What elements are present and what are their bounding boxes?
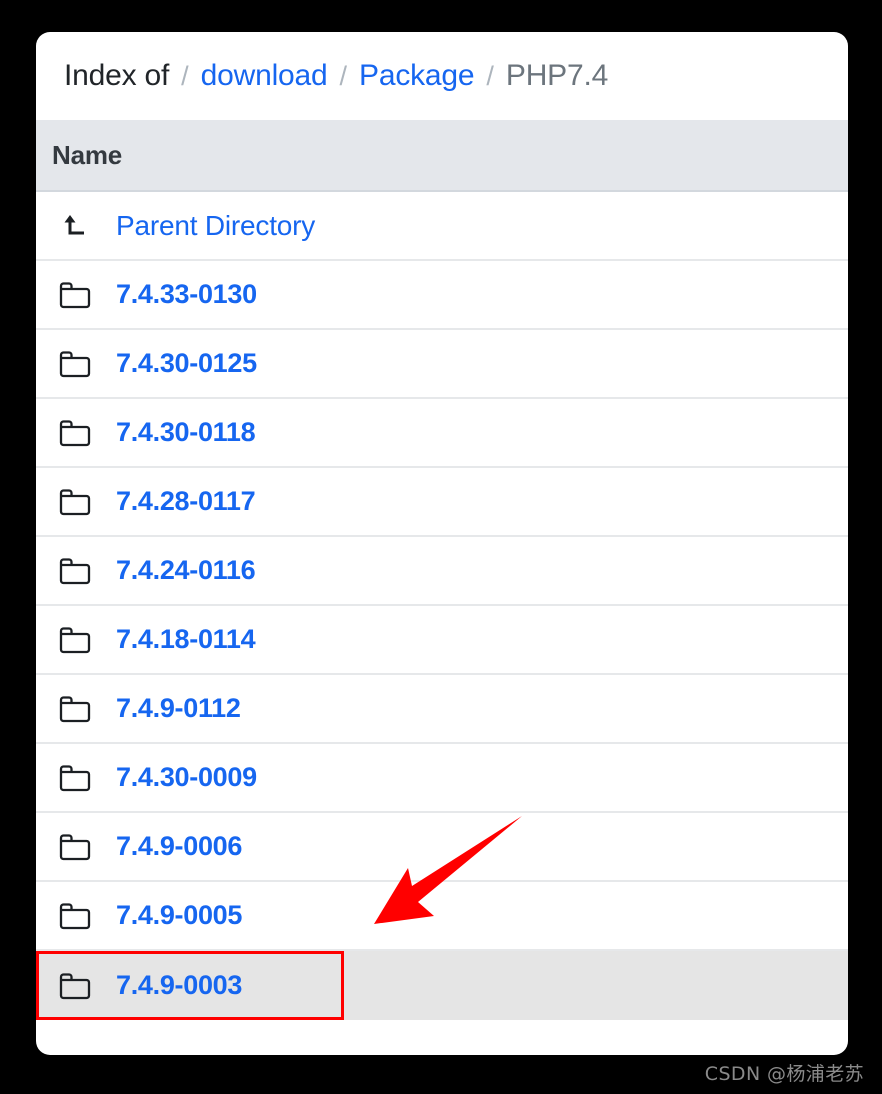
page-title: Index of (64, 59, 170, 92)
folder-icon (52, 280, 98, 310)
link-parent-directory[interactable]: Parent Directory (116, 210, 315, 242)
link-folder[interactable]: 7.4.30-0009 (116, 762, 257, 793)
table-row[interactable]: 7.4.30-0118 (36, 399, 848, 468)
table-row[interactable]: 7.4.9-0006 (36, 813, 848, 882)
folder-icon (52, 832, 98, 862)
link-folder[interactable]: 7.4.9-0006 (116, 831, 242, 862)
link-folder[interactable]: 7.4.24-0116 (116, 555, 256, 586)
folder-icon (52, 349, 98, 379)
folder-icon (52, 418, 98, 448)
list-item-parent-directory[interactable]: Parent Directory (36, 192, 848, 261)
link-folder[interactable]: 7.4.30-0118 (116, 417, 256, 448)
folder-icon (52, 625, 98, 655)
link-folder[interactable]: 7.4.9-0005 (116, 900, 242, 931)
folder-icon (52, 901, 98, 931)
table-row[interactable]: 7.4.30-0125 (36, 330, 848, 399)
directory-listing-table: Name Parent Directory 7.4.33-0130 7.4.30… (36, 120, 848, 1020)
breadcrumb-link-package[interactable]: Package (359, 59, 475, 93)
folder-icon (52, 556, 98, 586)
table-row[interactable]: 7.4.9-0112 (36, 675, 848, 744)
breadcrumb-separator-1: / (181, 60, 189, 91)
folder-icon (52, 971, 98, 1001)
link-folder[interactable]: 7.4.9-0112 (116, 693, 241, 724)
table-header-row: Name (36, 120, 848, 192)
table-row[interactable]: 7.4.30-0009 (36, 744, 848, 813)
breadcrumb-link-download[interactable]: download (201, 59, 328, 93)
table-row[interactable]: 7.4.9-0005 (36, 882, 848, 951)
arrow-up-left-icon (52, 211, 98, 241)
folder-icon (52, 694, 98, 724)
link-folder[interactable]: 7.4.28-0117 (116, 486, 256, 517)
table-row[interactable]: 7.4.18-0114 (36, 606, 848, 675)
link-folder[interactable]: 7.4.33-0130 (116, 279, 257, 310)
link-folder[interactable]: 7.4.18-0114 (116, 624, 256, 655)
watermark-text: CSDN @杨浦老苏 (704, 1063, 864, 1085)
directory-listing-card: Index of / download / Package / PHP7.4 N… (36, 32, 848, 1055)
breadcrumb-separator-3: / (486, 60, 494, 91)
table-row[interactable]: 7.4.33-0130 (36, 261, 848, 330)
column-header-name: Name (52, 139, 123, 170)
table-row[interactable]: 7.4.24-0116 (36, 537, 848, 606)
breadcrumb-separator-2: / (339, 60, 348, 91)
folder-icon (52, 487, 98, 517)
link-folder[interactable]: 7.4.30-0125 (116, 348, 257, 379)
table-row[interactable]: 7.4.28-0117 (36, 468, 848, 537)
table-row-selected[interactable]: 7.4.9-0003 (36, 951, 848, 1020)
breadcrumb-current-php74: PHP7.4 (505, 59, 609, 92)
link-folder-selected[interactable]: 7.4.9-0003 (116, 970, 242, 1001)
folder-icon (52, 763, 98, 793)
breadcrumb: Index of / download / Package / PHP7.4 (36, 32, 848, 120)
